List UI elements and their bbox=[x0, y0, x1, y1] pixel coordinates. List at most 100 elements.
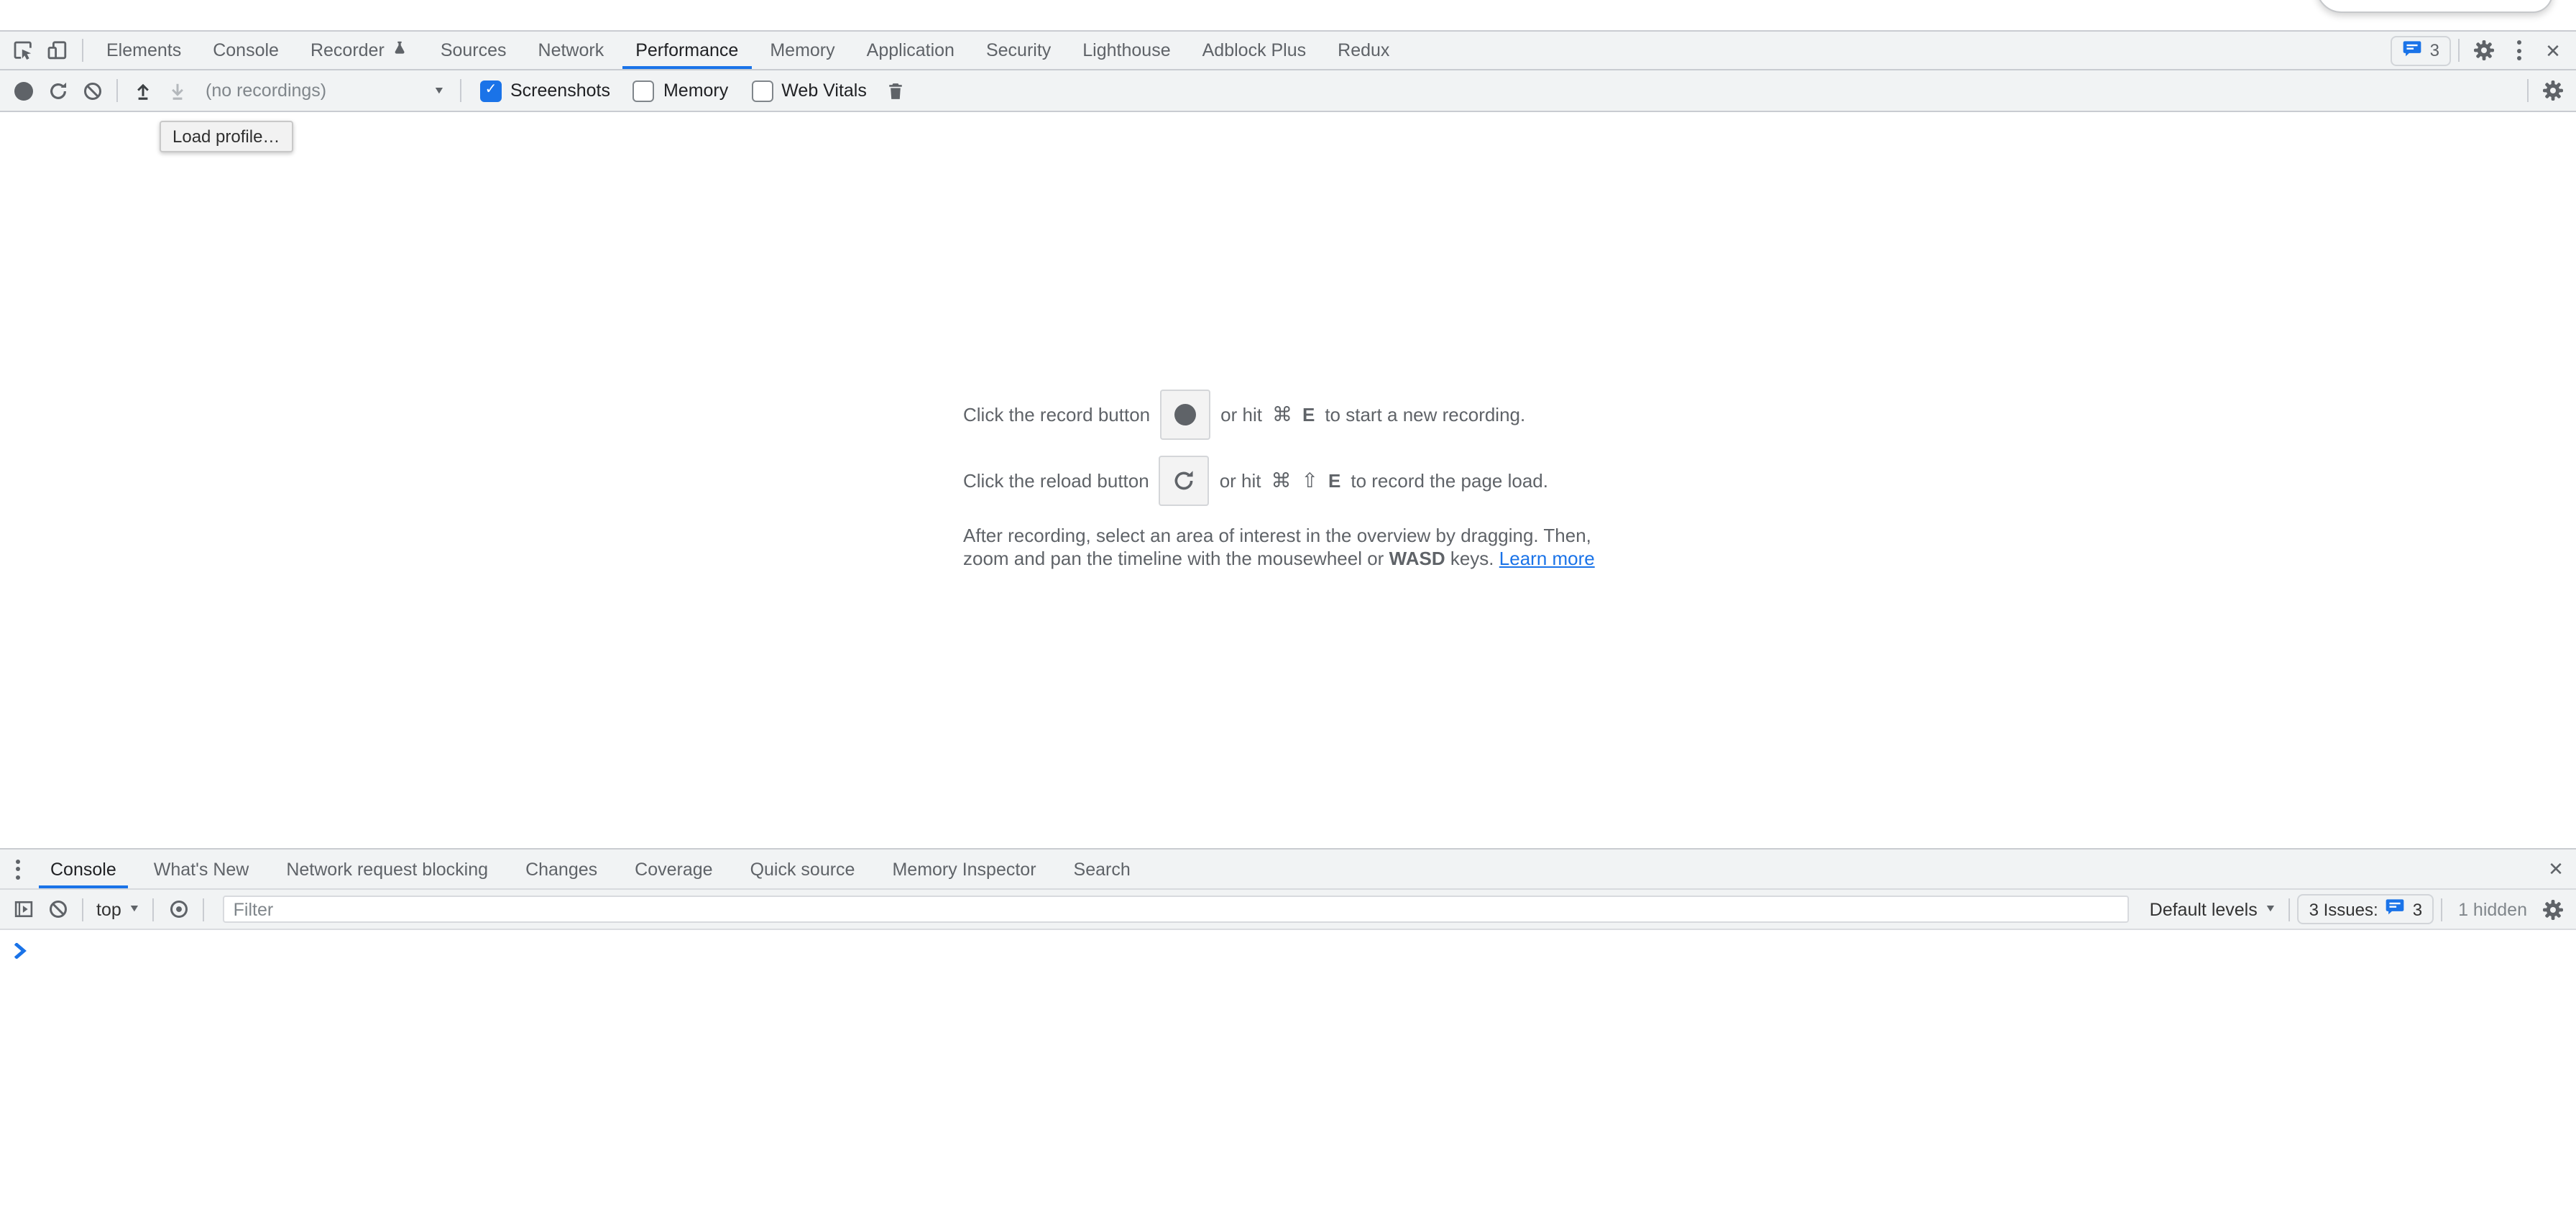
divider bbox=[153, 898, 155, 921]
reload-demo-button[interactable] bbox=[1159, 455, 1210, 505]
record-icon[interactable] bbox=[6, 73, 40, 108]
tab-sources[interactable]: Sources bbox=[428, 32, 520, 69]
tab-label: Memory bbox=[770, 40, 834, 60]
log-levels-select[interactable]: Default levels ▼ bbox=[2144, 899, 2282, 919]
screenshots-checkbox[interactable]: ✓ Screenshots bbox=[480, 80, 610, 101]
issues-bubble-icon bbox=[2403, 40, 2423, 61]
reload-instruction-pre: Click the reload button bbox=[963, 469, 1149, 491]
drawer-tab-quick-source[interactable]: Quick source bbox=[739, 850, 867, 888]
tab-label: What's New bbox=[154, 859, 249, 879]
or-hit-text: or hit bbox=[1220, 403, 1262, 425]
checkbox-checked: ✓ bbox=[480, 80, 502, 101]
console-issues-button[interactable]: 3 Issues: 3 bbox=[2298, 894, 2434, 924]
drawer-tab-coverage[interactable]: Coverage bbox=[623, 850, 724, 888]
devtools-window: Elements Console Recorder Sources Networ… bbox=[0, 0, 2576, 1206]
tab-adblock-plus[interactable]: Adblock Plus bbox=[1190, 32, 1320, 69]
live-expression-eye-icon[interactable] bbox=[162, 892, 196, 926]
device-toolbar-icon[interactable] bbox=[40, 33, 75, 68]
tab-label: Application bbox=[867, 40, 954, 60]
cmd-key-glyph: ⌘ bbox=[1272, 402, 1292, 426]
tab-console[interactable]: Console bbox=[200, 32, 292, 69]
tab-lighthouse[interactable]: Lighthouse bbox=[1070, 32, 1183, 69]
record-icon bbox=[1174, 403, 1196, 425]
tab-recorder[interactable]: Recorder bbox=[298, 32, 422, 69]
console-messages-area[interactable] bbox=[0, 930, 2576, 1205]
clear-icon[interactable] bbox=[75, 73, 109, 108]
inspect-element-icon[interactable] bbox=[6, 33, 40, 68]
chevron-down-icon: ▼ bbox=[129, 904, 141, 914]
tab-performance[interactable]: Performance bbox=[622, 32, 751, 69]
memory-checkbox[interactable]: Memory bbox=[633, 80, 728, 101]
console-sidebar-toggle-icon[interactable] bbox=[6, 892, 40, 926]
trash-icon[interactable] bbox=[878, 73, 913, 108]
console-prompt[interactable] bbox=[0, 930, 2576, 966]
e-key-glyph: E bbox=[1302, 403, 1315, 425]
javascript-context-select[interactable]: top ▼ bbox=[91, 899, 146, 919]
tab-memory[interactable]: Memory bbox=[757, 32, 847, 69]
settings-gear-icon[interactable] bbox=[2467, 33, 2501, 68]
tab-label: Memory Inspector bbox=[892, 859, 1036, 879]
divider bbox=[2289, 898, 2291, 921]
recordings-select[interactable]: (no recordings) ▼ bbox=[194, 75, 453, 106]
web-vitals-checkbox[interactable]: Web Vitals bbox=[751, 80, 867, 101]
clear-console-icon[interactable] bbox=[40, 892, 75, 926]
divider bbox=[460, 79, 461, 102]
top-strip bbox=[0, 0, 2576, 30]
record-instruction-pre: Click the record button bbox=[963, 403, 1150, 425]
tab-network[interactable]: Network bbox=[525, 32, 617, 69]
drawer-tab-changes[interactable]: Changes bbox=[514, 850, 609, 888]
tab-label: Network request blocking bbox=[286, 859, 488, 879]
load-profile-tooltip: Load profile… bbox=[160, 121, 293, 152]
close-devtools-icon[interactable]: ✕ bbox=[2536, 33, 2570, 68]
tab-label: Redux bbox=[1338, 40, 1389, 60]
performance-panel-body: Click the record button or hit ⌘ E to st… bbox=[0, 112, 2576, 848]
divider bbox=[2458, 39, 2460, 62]
reload-instruction-rest: to record the page load. bbox=[1351, 469, 1548, 491]
context-value: top bbox=[96, 899, 121, 919]
tab-label: Performance bbox=[635, 40, 738, 60]
recordings-select-value: (no recordings) bbox=[206, 80, 326, 101]
load-profile-icon[interactable] bbox=[125, 73, 160, 108]
capture-settings-gear-icon[interactable] bbox=[2536, 73, 2570, 108]
close-drawer-icon[interactable]: ✕ bbox=[2539, 852, 2573, 886]
tab-security[interactable]: Security bbox=[973, 32, 1064, 69]
drawer-tab-whats-new[interactable]: What's New bbox=[142, 850, 261, 888]
overflow-menu-icon[interactable] bbox=[2501, 33, 2536, 68]
or-hit-text: or hit bbox=[1220, 469, 1261, 491]
checkbox-label: Screenshots bbox=[510, 80, 610, 101]
tab-label: Changes bbox=[525, 859, 597, 879]
console-settings-gear-icon[interactable] bbox=[2536, 892, 2570, 926]
record-demo-button[interactable] bbox=[1160, 389, 1210, 439]
drawer-tab-search[interactable]: Search bbox=[1062, 850, 1142, 888]
tab-label: Network bbox=[538, 40, 604, 60]
drawer-tab-console[interactable]: Console bbox=[39, 850, 128, 888]
divider bbox=[82, 39, 83, 62]
tab-redux[interactable]: Redux bbox=[1325, 32, 1402, 69]
tab-elements[interactable]: Elements bbox=[93, 32, 194, 69]
checkbox-unchecked bbox=[751, 80, 773, 101]
tab-application[interactable]: Application bbox=[854, 32, 967, 69]
tab-label: Recorder bbox=[310, 40, 385, 60]
drawer-overflow-menu-icon[interactable] bbox=[3, 852, 32, 886]
chevron-down-icon: ▼ bbox=[2265, 904, 2277, 914]
tips-line2-pre: zoom and pan the timeline with the mouse… bbox=[963, 548, 1384, 569]
shift-key-glyph: ⇧ bbox=[1302, 468, 1318, 492]
checkbox-label: Web Vitals bbox=[781, 80, 867, 101]
checkbox-label: Memory bbox=[663, 80, 728, 101]
drawer-tab-network-request-blocking[interactable]: Network request blocking bbox=[275, 850, 500, 888]
e-key-glyph: E bbox=[1328, 469, 1340, 491]
levels-value: Default levels bbox=[2150, 899, 2258, 919]
tips-paragraph: After recording, select an area of inter… bbox=[963, 524, 1613, 571]
issues-count: 3 bbox=[2430, 40, 2439, 60]
issues-counter-button[interactable]: 3 bbox=[2391, 35, 2451, 65]
tab-label: Search bbox=[1074, 859, 1131, 879]
save-profile-icon[interactable] bbox=[160, 73, 194, 108]
learn-more-link[interactable]: Learn more bbox=[1499, 548, 1595, 569]
chevron-down-icon: ▼ bbox=[433, 86, 445, 96]
check-icon: ✓ bbox=[485, 83, 497, 98]
divider bbox=[203, 898, 205, 921]
reload-and-record-icon[interactable] bbox=[40, 73, 75, 108]
drawer-tab-memory-inspector[interactable]: Memory Inspector bbox=[880, 850, 1047, 888]
console-filter-input[interactable] bbox=[224, 896, 2130, 923]
record-instruction-rest: to start a new recording. bbox=[1325, 403, 1525, 425]
